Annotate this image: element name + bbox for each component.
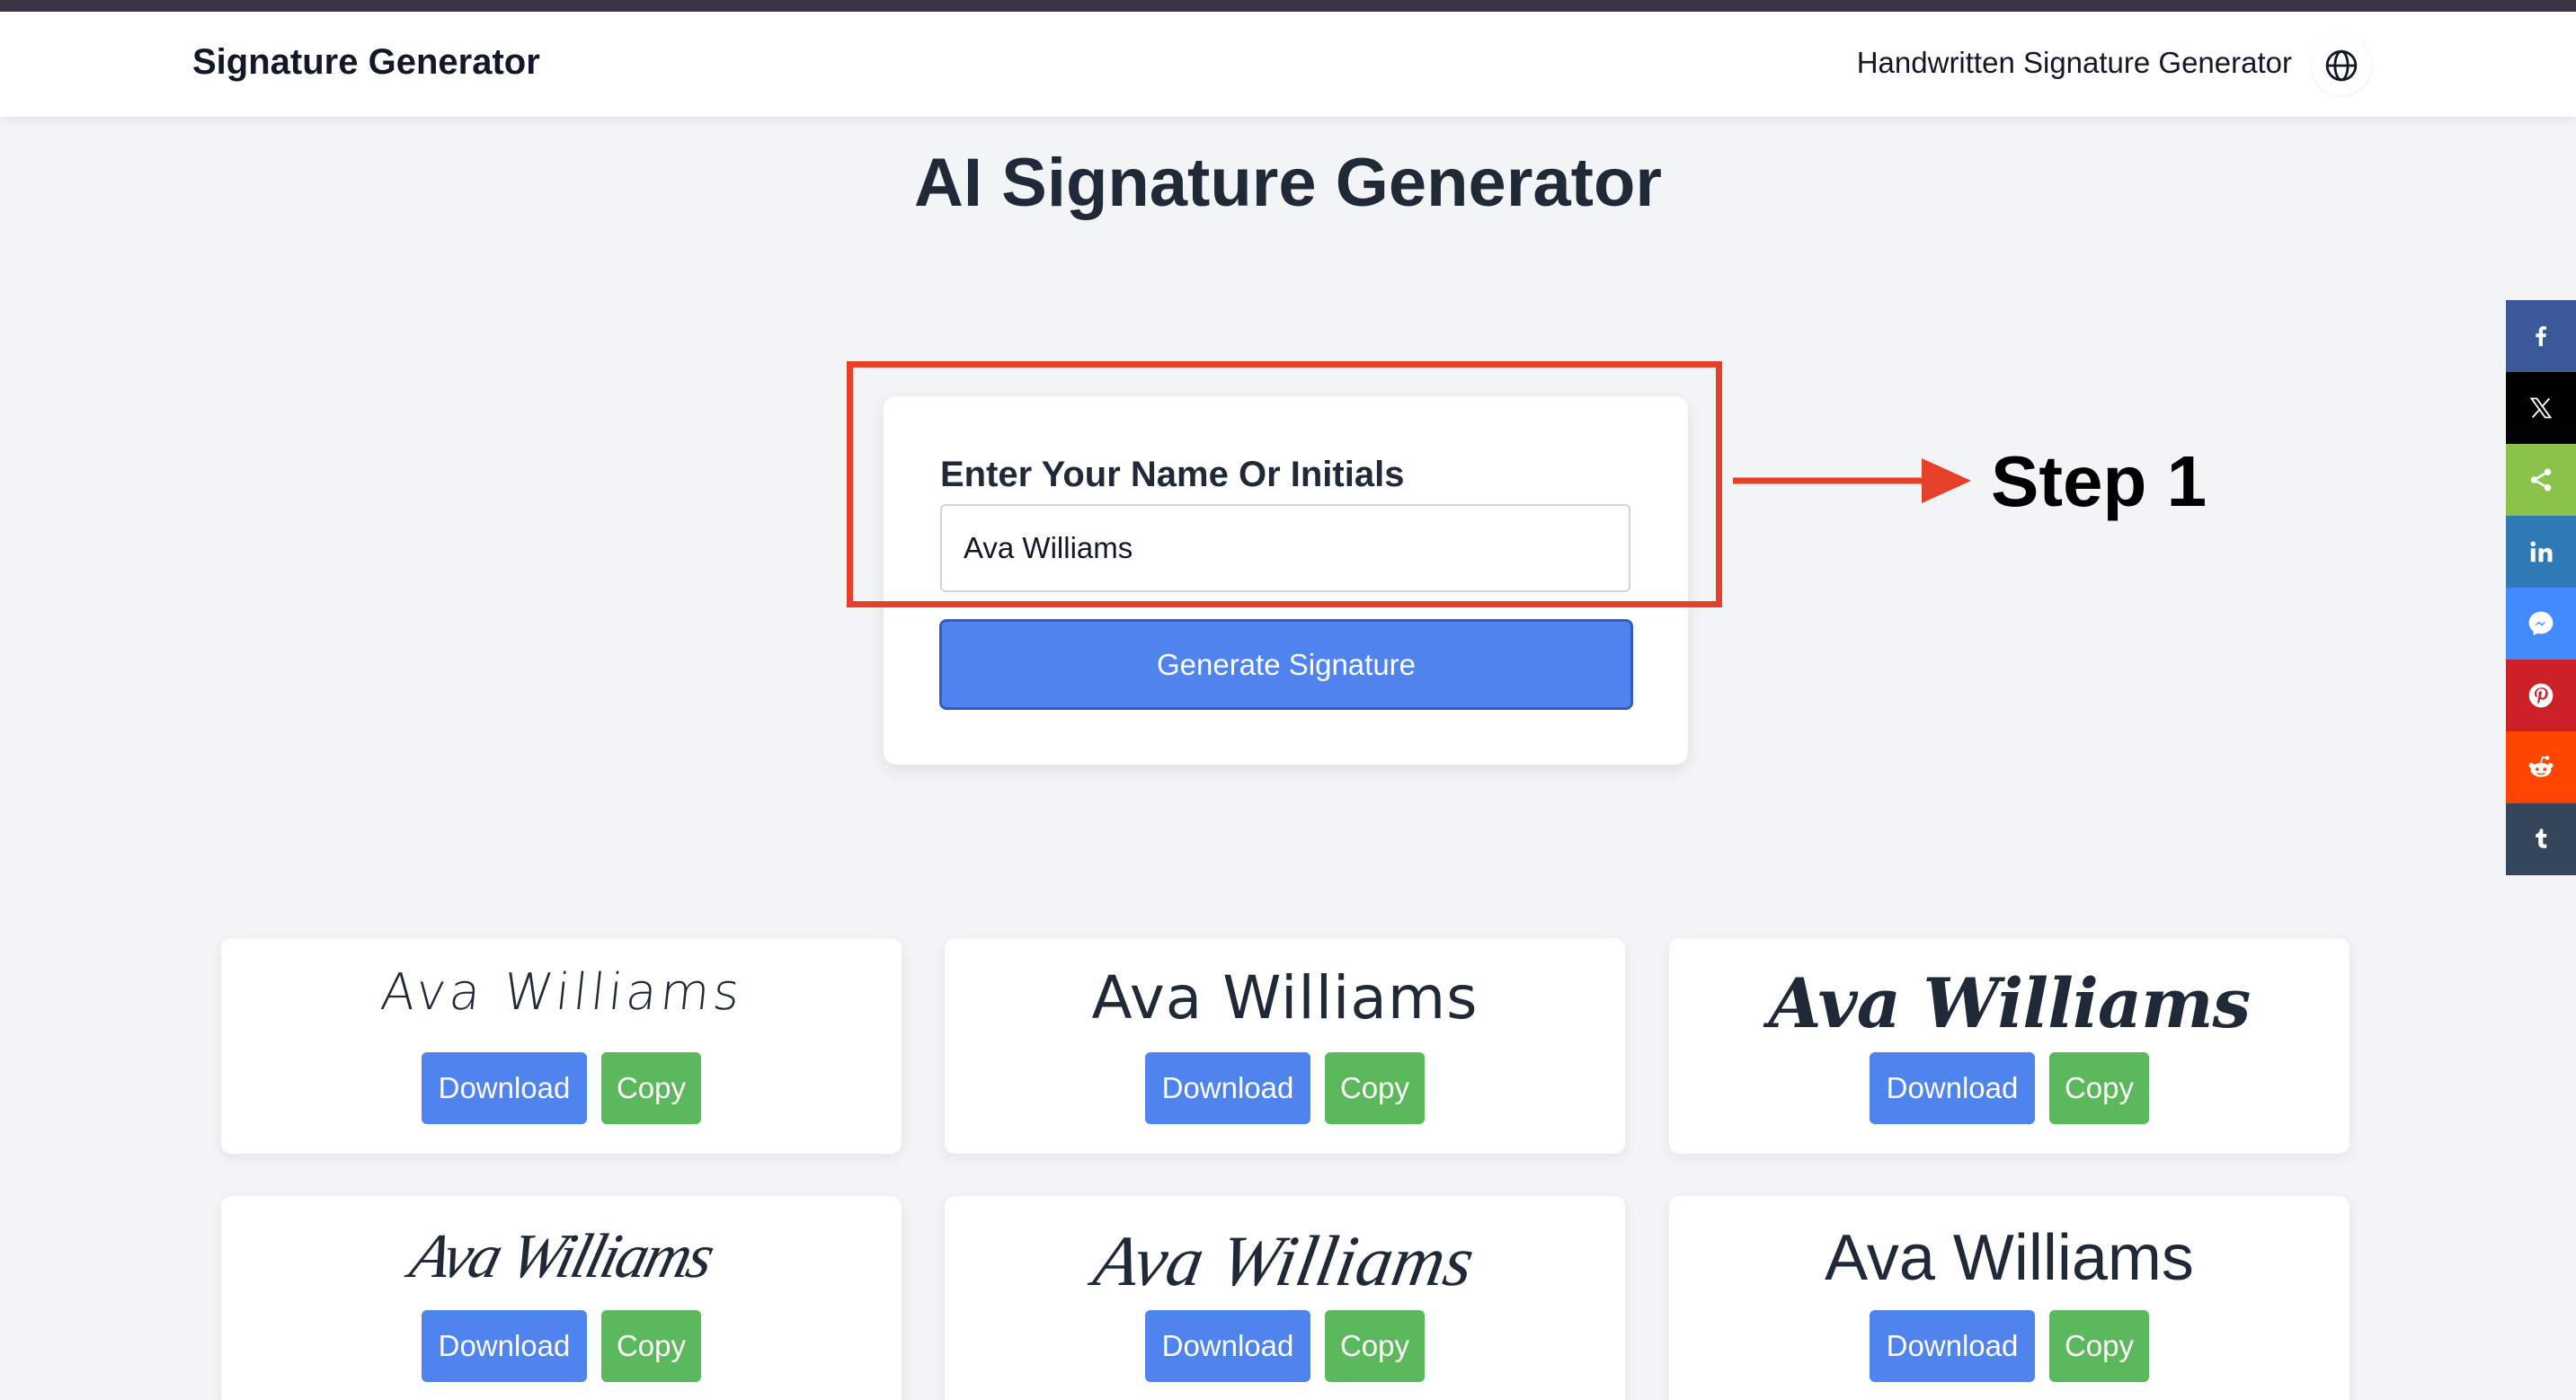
brand-logo[interactable]: Signature Generator <box>192 42 540 83</box>
step-arrow-icon <box>1733 458 1971 503</box>
copy-button[interactable]: Copy <box>601 1310 701 1382</box>
download-button[interactable]: Download <box>1145 1310 1310 1382</box>
download-button[interactable]: Download <box>422 1052 587 1124</box>
share-messenger-button[interactable] <box>2506 588 2576 660</box>
signature-actions: Download Copy <box>221 1310 902 1382</box>
nav-link-handwritten-generator[interactable]: Handwritten Signature Generator <box>1857 46 2292 80</box>
x-icon <box>2529 397 2553 419</box>
share-reddit-button[interactable] <box>2506 731 2576 803</box>
signature-preview: Ava Williams <box>1088 1222 1480 1301</box>
share-facebook-button[interactable] <box>2506 300 2576 372</box>
name-input[interactable] <box>940 504 1630 592</box>
signature-actions: Download Copy <box>221 1052 902 1124</box>
share-tumblr-button[interactable] <box>2506 803 2576 875</box>
signature-preview: Ava Williams <box>1091 963 1479 1032</box>
messenger-icon <box>2528 611 2554 636</box>
signature-actions: Download Copy <box>1669 1052 2349 1124</box>
browser-top-strip <box>0 0 2576 12</box>
name-input-label: Enter Your Name Or Initials <box>940 455 1405 494</box>
share-pinterest-button[interactable] <box>2506 660 2576 731</box>
tumblr-icon <box>2536 828 2547 848</box>
signature-preview: Ava Williams <box>404 1222 719 1291</box>
signature-card: Ava Williams Download Copy <box>221 938 902 1154</box>
copy-button[interactable]: Copy <box>2049 1310 2149 1382</box>
signature-actions: Download Copy <box>945 1052 1625 1124</box>
share-icon <box>2530 468 2552 492</box>
download-button[interactable]: Download <box>1870 1310 2035 1382</box>
signature-card: Ava Williams Download Copy <box>945 1196 1625 1400</box>
signature-card: Ava Williams Download Copy <box>1669 938 2349 1154</box>
pinterest-icon <box>2528 683 2554 708</box>
page: Signature Generator Handwritten Signatur… <box>0 0 2576 1400</box>
share-sidebar <box>2506 300 2576 875</box>
share-generic-button[interactable] <box>2506 444 2576 516</box>
navbar: Signature Generator Handwritten Signatur… <box>0 12 2576 117</box>
name-form-card: Enter Your Name Or Initials Generate Sig… <box>884 396 1688 765</box>
generate-signature-button[interactable]: Generate Signature <box>939 619 1633 710</box>
signature-card: Ava Williams Download Copy <box>1669 1196 2349 1400</box>
copy-button[interactable]: Copy <box>2049 1052 2149 1124</box>
reddit-icon <box>2528 756 2554 777</box>
language-button[interactable] <box>2312 36 2371 95</box>
share-linkedin-button[interactable] <box>2506 516 2576 588</box>
linkedin-icon <box>2530 541 2553 563</box>
signature-card: Ava Williams Download Copy <box>221 1196 902 1400</box>
download-button[interactable]: Download <box>1145 1052 1310 1124</box>
signature-preview: Ava Williams <box>1768 963 2252 1043</box>
share-x-button[interactable] <box>2506 372 2576 444</box>
signature-actions: Download Copy <box>945 1310 1625 1382</box>
download-button[interactable]: Download <box>1870 1052 2035 1124</box>
signature-actions: Download Copy <box>1669 1310 2349 1382</box>
page-title: AI Signature Generator <box>914 145 1662 221</box>
signature-preview: Ava Williams <box>378 963 747 1022</box>
download-button[interactable]: Download <box>422 1310 587 1382</box>
step-label: Step 1 <box>1991 441 2207 521</box>
facebook-icon <box>2536 326 2546 347</box>
copy-button[interactable]: Copy <box>1325 1310 1425 1382</box>
copy-button[interactable]: Copy <box>601 1052 701 1124</box>
copy-button[interactable]: Copy <box>1325 1052 1425 1124</box>
globe-icon <box>2325 49 2358 82</box>
signature-preview: Ava Williams <box>1825 1222 2194 1294</box>
signature-card: Ava Williams Download Copy <box>945 938 1625 1154</box>
